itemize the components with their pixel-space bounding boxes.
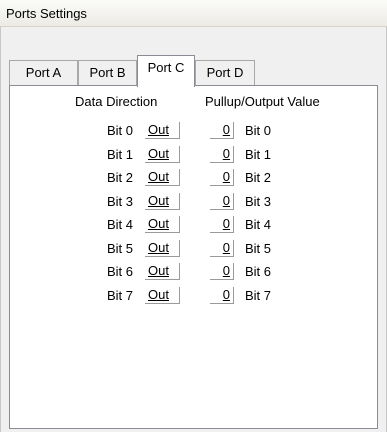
pullup-output-header: Pullup/Output Value <box>205 94 320 109</box>
bit-0-direction-button[interactable]: Out <box>145 122 180 139</box>
bit-3-value-button[interactable]: 0 <box>210 193 234 210</box>
bit-2-value-button[interactable]: 0 <box>210 169 234 186</box>
bit-3-direction-button[interactable]: Out <box>145 193 180 210</box>
bit-1-value-label: Bit 1 <box>245 147 272 162</box>
tab-port-c[interactable]: Port C <box>137 55 195 87</box>
bit-5-direction-button[interactable]: Out <box>145 240 180 257</box>
bit-7-value-button[interactable]: 0 <box>210 287 234 304</box>
bit-7-direction-button[interactable]: Out <box>145 287 180 304</box>
bit-6-direction-button[interactable]: Out <box>145 263 180 280</box>
window-title: Ports Settings <box>6 6 87 21</box>
data-direction-header: Data Direction <box>75 94 158 109</box>
bit-3-value-label: Bit 3 <box>245 194 272 209</box>
tab-port-a[interactable]: Port A <box>9 60 78 85</box>
bit-4-value-label: Bit 4 <box>245 217 272 232</box>
bit-0-value-button[interactable]: 0 <box>210 122 234 139</box>
window-title-bar: Ports Settings <box>0 0 387 27</box>
tab-port-d[interactable]: Port D <box>195 60 255 85</box>
bit-2-value-label: Bit 2 <box>245 170 272 185</box>
bit-4-value-button[interactable]: 0 <box>210 216 234 233</box>
bit-5-value-button[interactable]: 0 <box>210 240 234 257</box>
port-tabs: Port A Port B Port C Port D <box>9 55 379 87</box>
bit-4-direction-button[interactable]: Out <box>145 216 180 233</box>
tab-port-b[interactable]: Port B <box>78 60 137 85</box>
bit-0-value-label: Bit 0 <box>245 123 272 138</box>
bit-5-value-label: Bit 5 <box>245 241 272 256</box>
bit-6-value-label: Bit 6 <box>245 264 272 279</box>
bit-1-direction-button[interactable]: Out <box>145 146 180 163</box>
bit-6-value-button[interactable]: 0 <box>210 263 234 280</box>
bit-7-value-label: Bit 7 <box>245 288 272 303</box>
port-c-panel <box>9 85 378 429</box>
bit-2-direction-button[interactable]: Out <box>145 169 180 186</box>
bit-1-value-button[interactable]: 0 <box>210 146 234 163</box>
